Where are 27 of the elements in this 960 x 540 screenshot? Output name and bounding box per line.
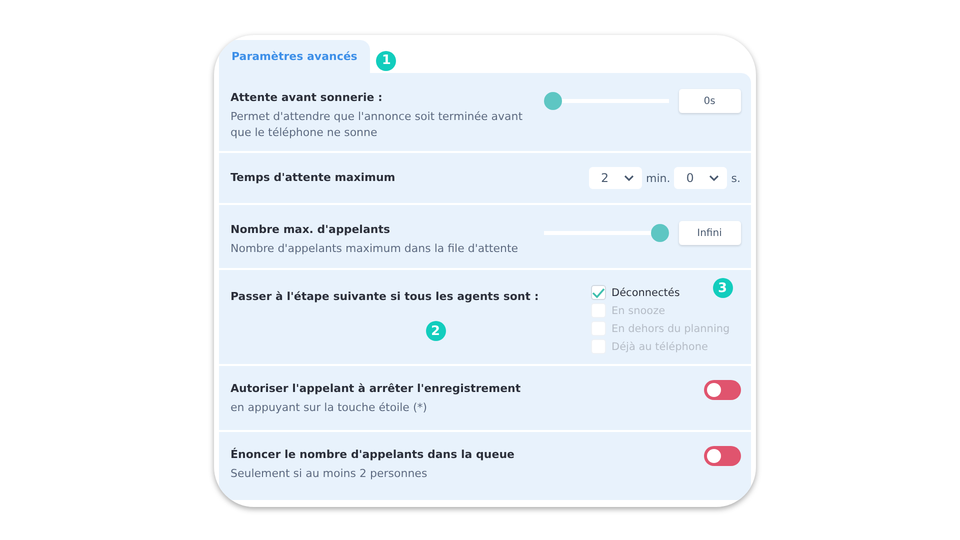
chevron-down-icon: [624, 175, 634, 181]
setting-title: Passer à l'étape suivante si tous les agents sont :: [230, 289, 540, 305]
setting-title: Attente avant sonnerie :: [230, 90, 384, 106]
number-badge: 1: [376, 50, 396, 70]
value-field[interactable]: Infini: [678, 221, 740, 245]
unit-label: s.: [731, 172, 740, 184]
number-badge: 2: [426, 321, 446, 341]
checkbox[interactable]: [590, 285, 606, 300]
setting-title: Autoriser l'appelant à arrêter l'enregistrement: [230, 381, 522, 397]
toggle-switch[interactable]: [704, 380, 740, 400]
seconds-select[interactable]: 0: [674, 167, 728, 189]
toggle-switch[interactable]: [704, 446, 740, 466]
setting-title: Énoncer le nombre d'appelants dans la queue: [230, 446, 516, 463]
chevron-down-icon: [709, 175, 720, 181]
setting-description: Nombre d'appelants maximum dans la file d'attente: [230, 241, 520, 257]
value-field[interactable]: 0s: [678, 89, 740, 113]
slider-thumb[interactable]: [544, 92, 562, 110]
checkbox-label: Déconnectés: [612, 286, 680, 298]
minutes-select[interactable]: 2: [589, 167, 642, 189]
setting-title: Temps d'attente maximum: [230, 170, 396, 186]
setting-description: en appuyant sur la touche étoile (*): [230, 400, 428, 416]
number-badge: 3: [712, 278, 732, 298]
setting-description: Permet d'attendre que l'annonce soit terminée avant que le téléphone ne sonne: [230, 109, 524, 141]
setting-title: Nombre max. d'appelants: [230, 222, 392, 238]
slider-thumb[interactable]: [650, 224, 668, 242]
setting-description: Seulement si au moins 2 personnes: [230, 466, 428, 482]
unit-label: min.: [646, 172, 670, 184]
